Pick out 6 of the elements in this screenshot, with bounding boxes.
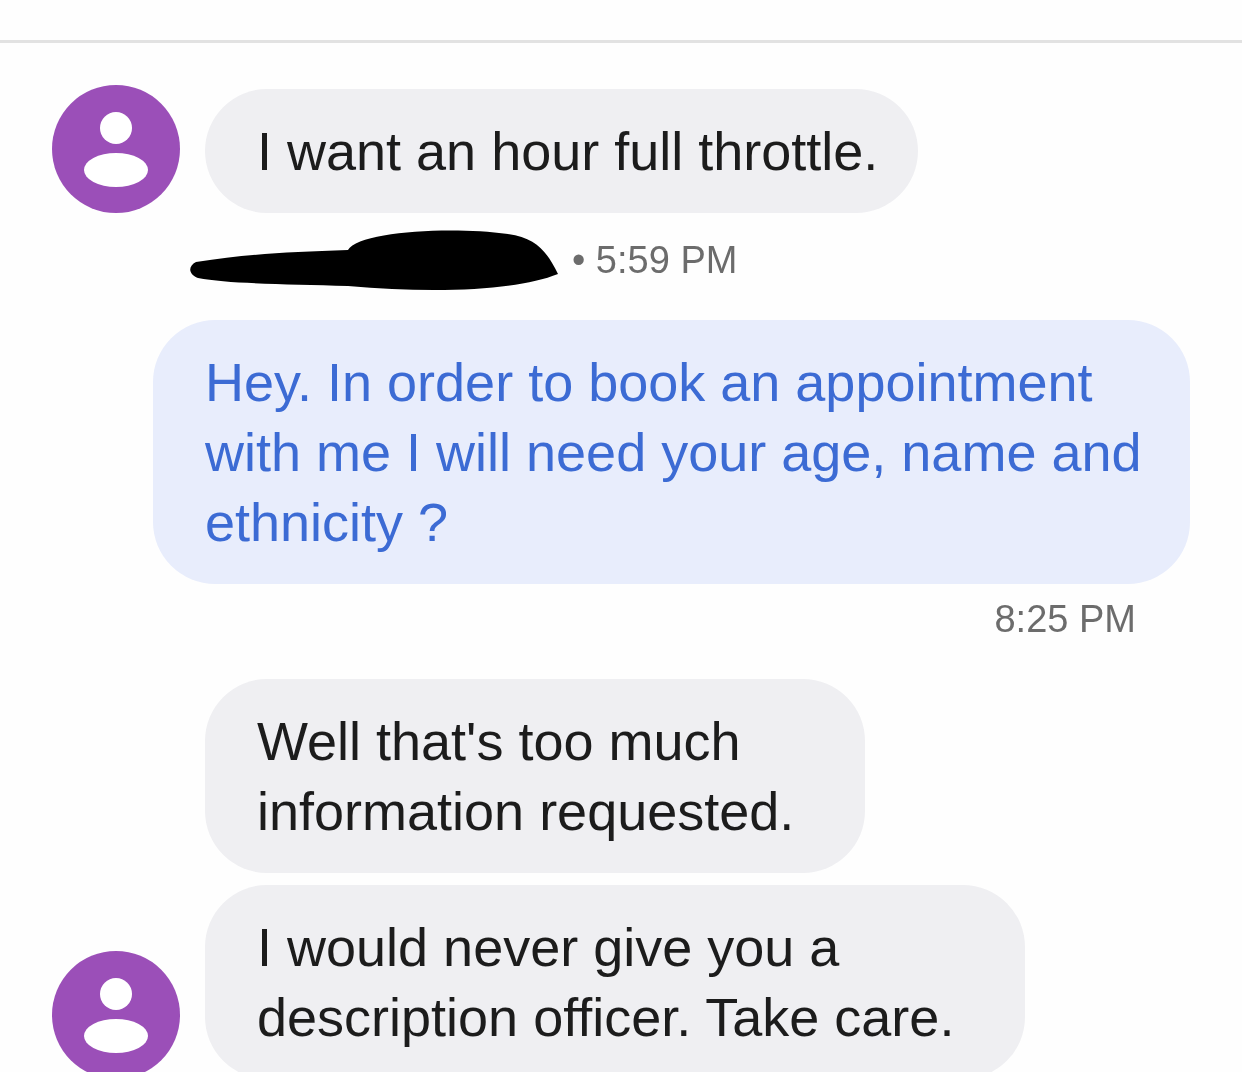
message-bubble: I would never give you a description officer. Take care. bbox=[205, 885, 1025, 1072]
message-bubble: Well that's too much information requested. bbox=[205, 679, 865, 873]
message-bubble: Hey. In order to book an appointment with me I will need your age, name and ethnicity ? bbox=[153, 320, 1190, 584]
message-bubble: I want an hour full throttle. bbox=[205, 89, 919, 213]
message-time: 8:25 PM bbox=[994, 597, 1136, 641]
message-time: • 5:59 PM bbox=[572, 238, 738, 282]
